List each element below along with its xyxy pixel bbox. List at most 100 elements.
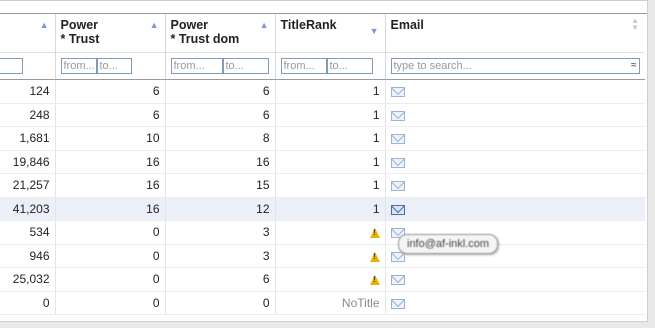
cell-email	[385, 173, 645, 198]
cell-power-trust-dom: 8	[165, 126, 276, 151]
range-to-input[interactable]: to...	[222, 58, 269, 74]
cell-titlerank: NoTitle	[275, 291, 386, 315]
column-header-label: Power	[60, 18, 99, 32]
envelope-icon[interactable]	[390, 87, 405, 98]
table-row[interactable]: 248 6 6 1	[0, 103, 645, 127]
range-to-input[interactable]: to...	[96, 58, 132, 74]
cell-titlerank: 1	[275, 103, 386, 127]
cell-email	[385, 291, 645, 315]
cell-email	[385, 150, 645, 174]
cell-power-trust: 0	[55, 291, 166, 315]
cell-count: 41,203	[0, 197, 56, 221]
column-header-count[interactable]: ▲	[0, 14, 56, 53]
cell-count: 25,032	[0, 267, 56, 292]
cell-power-trust: 6	[55, 103, 166, 127]
cell-count: 248	[0, 103, 56, 127]
cell-titlerank: 1	[275, 173, 386, 198]
cell-power-trust: 0	[55, 244, 166, 268]
cell-titlerank: 1	[275, 150, 386, 174]
warning-icon	[369, 251, 380, 262]
cell-email	[385, 267, 645, 292]
table-row[interactable]: 534 0 3	[0, 220, 645, 245]
cell-power-trust: 10	[55, 126, 166, 151]
cell-power-trust: 16	[55, 173, 166, 198]
cell-power-trust-dom: 16	[165, 150, 276, 174]
envelope-icon[interactable]	[390, 157, 405, 168]
filter-cell-email: type to search... ≈	[385, 52, 645, 80]
sort-asc-icon[interactable]: ▲	[260, 18, 269, 32]
cell-count: 946	[0, 244, 56, 268]
cell-titlerank	[275, 267, 386, 292]
cell-count: 124	[0, 79, 56, 104]
cell-count: 534	[0, 220, 56, 245]
column-header-label: Power	[170, 18, 209, 32]
cell-count: 0	[0, 291, 56, 315]
filter-input[interactable]	[0, 58, 23, 74]
cell-titlerank	[275, 220, 386, 245]
warning-icon	[369, 228, 380, 239]
cell-power-trust-dom: 6	[165, 103, 276, 127]
range-to-input[interactable]: to...	[326, 58, 373, 74]
cell-power-trust: 0	[55, 220, 166, 245]
cell-power-trust-dom: 0	[165, 291, 276, 315]
column-header-titlerank[interactable]: TitleRank ▼	[275, 14, 386, 53]
cell-power-trust-dom: 3	[165, 220, 276, 245]
header-row: ▲ Power * Trust ▲ Power * Trust dom ▲ Ti…	[0, 14, 645, 53]
range-from-input[interactable]: from...	[170, 58, 223, 74]
cell-power-trust-dom: 15	[165, 173, 276, 198]
table-row-highlighted[interactable]: 41,203 16 12 1	[0, 197, 645, 221]
envelope-icon[interactable]	[390, 181, 405, 192]
cell-power-trust: 16	[55, 150, 166, 174]
range-from-input[interactable]: from...	[60, 58, 97, 74]
cell-titlerank	[275, 244, 386, 268]
column-header-label: Email	[390, 18, 424, 32]
email-search-input[interactable]: type to search... ≈	[390, 58, 640, 74]
envelope-icon[interactable]	[390, 134, 405, 145]
envelope-icon[interactable]	[390, 275, 405, 286]
cell-titlerank: 1	[275, 79, 386, 104]
table-row[interactable]: 124 6 6 1	[0, 79, 645, 104]
data-grid-panel: ▲ Power * Trust ▲ Power * Trust dom ▲ Ti…	[0, 0, 648, 322]
cell-power-trust-dom: 3	[165, 244, 276, 268]
cell-count: 1,681	[0, 126, 56, 151]
table-row[interactable]: 0 0 0 NoTitle	[0, 291, 645, 315]
filter-cell-power-trust-dom: from... to...	[165, 52, 276, 80]
envelope-icon[interactable]	[390, 204, 405, 215]
envelope-icon[interactable]	[390, 298, 405, 309]
cell-email	[385, 103, 645, 127]
table-row[interactable]: 1,681 10 8 1	[0, 126, 645, 151]
cell-power-trust-dom: 6	[165, 79, 276, 104]
table-row[interactable]: 21,257 16 15 1	[0, 173, 645, 198]
sort-asc-icon[interactable]: ▲	[150, 18, 159, 32]
filter-cell-count	[0, 52, 56, 80]
sort-both-icon[interactable]: ▲ ▼	[631, 17, 639, 32]
cell-power-trust-dom: 6	[165, 267, 276, 292]
cell-power-trust-dom: 12	[165, 197, 276, 221]
cell-email	[385, 79, 645, 104]
data-table: ▲ Power * Trust ▲ Power * Trust dom ▲ Ti…	[0, 14, 645, 315]
filter-cell-titlerank: from... to...	[275, 52, 386, 80]
clear-filter-icon[interactable]: ≈	[631, 59, 637, 73]
cell-power-trust: 16	[55, 197, 166, 221]
sort-desc-icon[interactable]: ▼	[370, 24, 379, 38]
filter-row: from... to... from... to... from... to..…	[0, 52, 645, 80]
cell-power-trust: 6	[55, 79, 166, 104]
column-header-label: TitleRank	[280, 18, 337, 32]
column-header-sublabel: * Trust	[60, 32, 100, 46]
table-row[interactable]: 25,032 0 6	[0, 267, 645, 292]
sort-asc-icon[interactable]: ▲	[40, 18, 49, 32]
cell-power-trust: 0	[55, 267, 166, 292]
envelope-icon[interactable]	[390, 110, 405, 121]
email-tooltip: info@af-inkl.com	[398, 234, 499, 254]
cell-titlerank: 1	[275, 126, 386, 151]
column-header-email[interactable]: Email ▲ ▼	[385, 14, 645, 53]
cell-count: 21,257	[0, 173, 56, 198]
table-row[interactable]: 946 0 3	[0, 244, 645, 268]
column-header-sublabel: * Trust dom	[170, 32, 240, 46]
column-header-power-trust[interactable]: Power * Trust ▲	[55, 14, 166, 53]
cell-titlerank: 1	[275, 197, 386, 221]
cell-count: 19,846	[0, 150, 56, 174]
table-row[interactable]: 19,846 16 16 1	[0, 150, 645, 174]
range-from-input[interactable]: from...	[280, 58, 327, 74]
column-header-power-trust-dom[interactable]: Power * Trust dom ▲	[165, 14, 276, 53]
